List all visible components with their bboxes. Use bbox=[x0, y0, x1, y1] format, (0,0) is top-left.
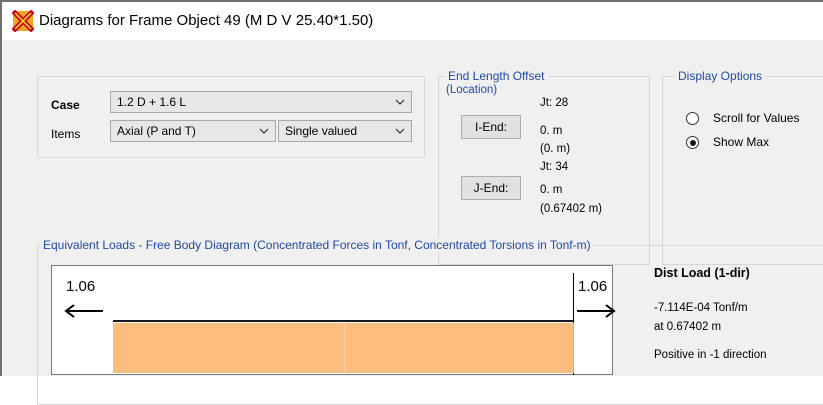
items-label: Items bbox=[51, 127, 81, 141]
j-end-location-value: (0.67402 m) bbox=[540, 203, 603, 215]
i-end-button[interactable]: I-End: bbox=[461, 115, 521, 139]
left-force-arrow-icon bbox=[64, 304, 103, 318]
case-label: Case bbox=[51, 98, 80, 112]
left-end-force: 1.06 bbox=[66, 278, 96, 295]
items-dropdown-value: Axial (P and T) bbox=[117, 124, 196, 138]
right-end-force: 1.06 bbox=[578, 278, 608, 295]
free-body-diagram: 1.06 1.06 bbox=[51, 265, 616, 375]
case-dropdown[interactable]: 1.2 D + 1.6 L bbox=[110, 91, 412, 113]
case-group bbox=[37, 76, 425, 158]
radio-selected-dot bbox=[689, 139, 696, 146]
chevron-down-icon bbox=[395, 128, 405, 134]
chevron-down-icon bbox=[395, 99, 405, 105]
valued-dropdown-value: Single valued bbox=[285, 124, 358, 138]
items-dropdown[interactable]: Axial (P and T) bbox=[110, 120, 276, 142]
location-label: (Location) bbox=[446, 84, 498, 96]
j-end-offset-value: 0. m bbox=[540, 184, 563, 196]
show-max-label[interactable]: Show Max bbox=[713, 135, 769, 149]
diagram-window: Diagrams for Frame Object 49 (M D V 25.4… bbox=[0, 0, 823, 405]
member-axis-line bbox=[113, 320, 573, 322]
end-length-offset-title: End Length Offset bbox=[445, 69, 548, 83]
i-end-joint: Jt: 28 bbox=[540, 97, 569, 109]
j-end-joint: Jt: 34 bbox=[540, 161, 569, 173]
display-options-title: Display Options bbox=[675, 69, 766, 83]
scroll-for-values-radio[interactable] bbox=[686, 112, 699, 125]
chevron-down-icon bbox=[259, 128, 269, 134]
scroll-for-values-label[interactable]: Scroll for Values bbox=[713, 111, 799, 125]
j-end-button[interactable]: J-End: bbox=[461, 176, 521, 200]
i-end-offset-value: 0. m bbox=[540, 125, 563, 137]
dist-load-value: -7.114E-04 Tonf/m bbox=[654, 302, 748, 314]
equivalent-loads-title: Equivalent Loads - Free Body Diagram (Co… bbox=[40, 238, 594, 252]
display-options-group: Display Options bbox=[662, 69, 823, 265]
title-bar[interactable]: Diagrams for Frame Object 49 (M D V 25.4… bbox=[2, 2, 823, 40]
show-max-radio[interactable] bbox=[686, 136, 699, 149]
right-force-arrow-icon bbox=[577, 304, 616, 318]
dist-load-direction: Positive in -1 direction bbox=[654, 349, 767, 361]
sap2000-x-icon bbox=[12, 10, 34, 32]
distributed-load-bar-divider bbox=[344, 323, 345, 373]
case-dropdown-value: 1.2 D + 1.6 L bbox=[117, 95, 187, 109]
i-end-location-value: (0. m) bbox=[540, 143, 571, 155]
window-title: Diagrams for Frame Object 49 (M D V 25.4… bbox=[39, 12, 374, 29]
dist-load-header: Dist Load (1-dir) bbox=[654, 266, 750, 280]
valued-dropdown[interactable]: Single valued bbox=[278, 120, 412, 142]
dist-load-position: at 0.67402 m bbox=[654, 321, 722, 333]
